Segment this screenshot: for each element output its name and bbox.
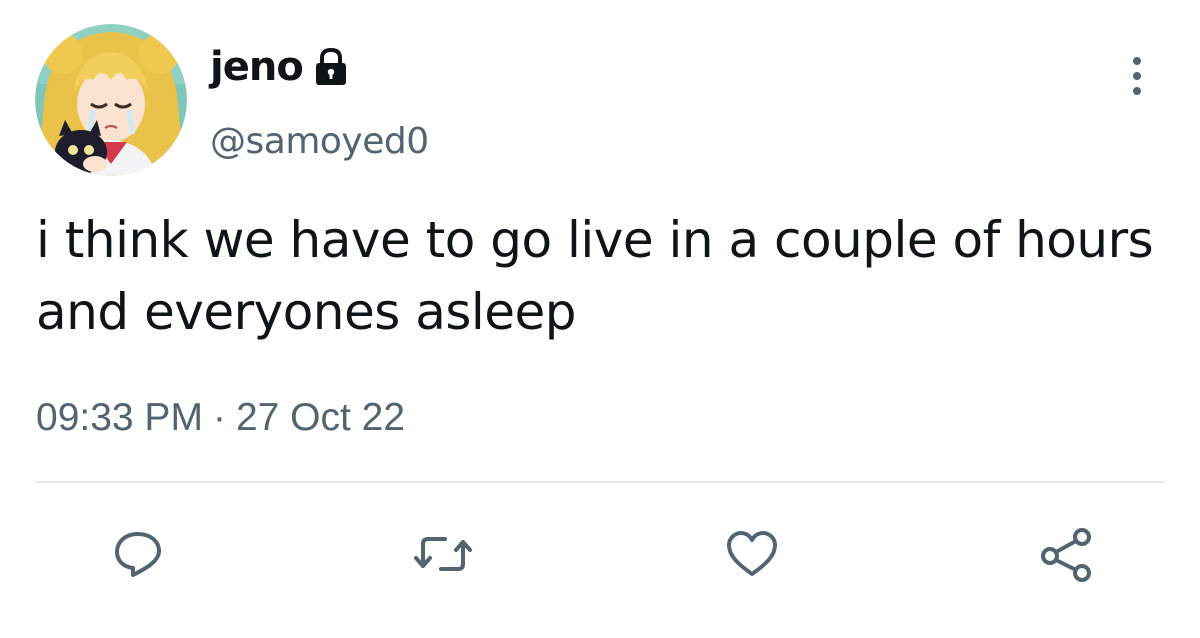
- divider: [36, 481, 1164, 483]
- author-name-row[interactable]: jeno: [210, 42, 349, 92]
- reply-button[interactable]: [98, 514, 178, 594]
- lock-icon: [313, 47, 349, 87]
- tweet-timestamp[interactable]: 09:33 PM · 27 Oct 22: [36, 392, 405, 444]
- tweet-time: 09:33 PM: [36, 396, 203, 439]
- retweet-button[interactable]: [403, 514, 483, 594]
- retweet-icon: [414, 537, 472, 571]
- tweet-date: 27 Oct 22: [235, 396, 406, 439]
- display-name[interactable]: jeno: [210, 42, 304, 92]
- share-button[interactable]: [1026, 514, 1106, 594]
- tweet-text: i think we have to go live in a couple o…: [36, 211, 1154, 341]
- user-handle[interactable]: @samoyed0: [210, 118, 429, 166]
- timestamp-separator: ·: [212, 396, 226, 439]
- avatar-image: [35, 24, 187, 176]
- avatar[interactable]: [35, 24, 187, 176]
- like-button[interactable]: [712, 514, 792, 594]
- heart-icon: [727, 531, 777, 576]
- share-icon: [1041, 528, 1091, 582]
- reply-icon: [115, 532, 161, 577]
- tweet-action-bar: [0, 514, 1200, 594]
- more-vertical-icon[interactable]: [1124, 52, 1150, 100]
